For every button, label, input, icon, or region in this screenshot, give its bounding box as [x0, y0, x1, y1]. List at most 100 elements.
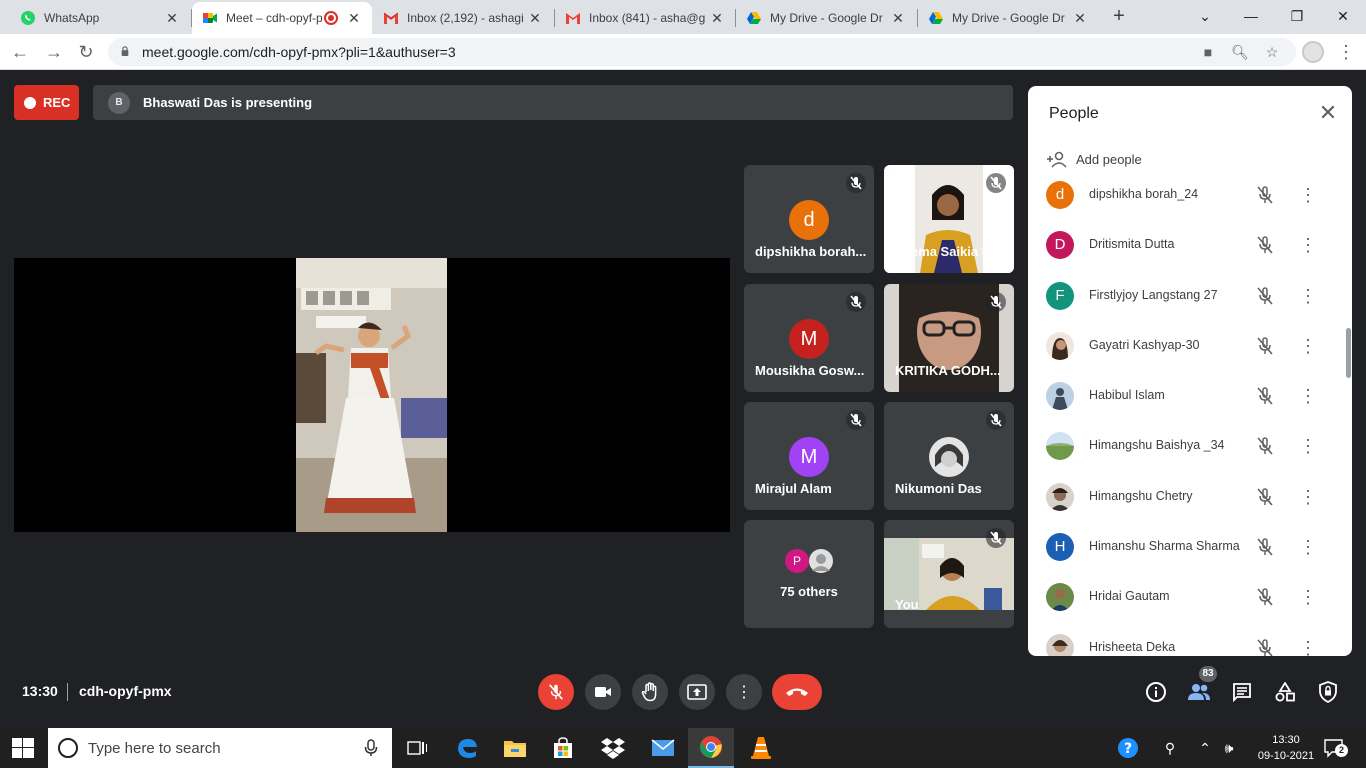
participant-tile[interactable]: KRITIKA GODH... [884, 284, 1014, 392]
meeting-time: 13:30 [22, 683, 58, 699]
more-options-icon[interactable]: ⋮ [1298, 585, 1318, 609]
person-row[interactable]: H Himanshu Sharma Sharma ⋮ [1028, 521, 1340, 571]
volume-icon[interactable]: 🕪︎ [1218, 738, 1240, 758]
participant-tile[interactable]: d dipshikha borah... [744, 165, 874, 273]
more-options-icon[interactable]: ⋮ [1298, 284, 1318, 308]
participant-tile[interactable]: M Mirajul Alam [744, 402, 874, 510]
person-name: Himanshu Sharma Sharma [1089, 539, 1240, 554]
camera-permission-icon[interactable]: ■ [1198, 42, 1218, 62]
maximize-button[interactable]: ❐ [1282, 4, 1312, 28]
task-view-icon[interactable] [394, 728, 440, 768]
more-options-icon[interactable]: ⋮ [1298, 183, 1318, 207]
person-row[interactable]: D Dritismita Dutta ⋮ [1028, 219, 1340, 269]
edge-browser-icon[interactable] [444, 728, 490, 768]
more-options-icon[interactable]: ⋮ [1298, 434, 1318, 458]
zoom-icon[interactable]: 🔍︎ [1230, 42, 1250, 62]
chrome-icon[interactable] [688, 728, 734, 768]
close-tab-icon[interactable]: ✕ [527, 10, 543, 26]
participant-tile[interactable]: M Mousikha Gosw... [744, 284, 874, 392]
more-options-icon[interactable]: ⋮ [1298, 233, 1318, 257]
participant-name: Seema Saikia 84 [895, 244, 997, 259]
profile-avatar[interactable] [1302, 41, 1324, 63]
whatsapp-icon [20, 10, 36, 26]
minimize-button[interactable]: — [1236, 4, 1266, 28]
record-dot-icon [24, 96, 36, 109]
close-tab-icon[interactable]: ✕ [890, 10, 906, 26]
person-row[interactable]: Hrisheeta Deka ⋮ [1028, 622, 1340, 656]
presenting-text: Bhaswati Das is presenting [143, 95, 313, 110]
participant-name: Mousikha Gosw... [755, 363, 865, 378]
reload-button[interactable]: ↻ [74, 40, 98, 64]
person-avatar: H [1046, 533, 1074, 562]
mic-off-icon [1257, 538, 1273, 556]
chevron-up-icon[interactable]: ⌃ [1196, 738, 1214, 758]
people-scrollbar[interactable] [1346, 328, 1351, 378]
person-row[interactable]: Gayatri Kashyap-30 ⋮ [1028, 320, 1340, 370]
windows-start-icon[interactable] [12, 738, 34, 758]
tab-gmail-2[interactable]: Inbox (841) - asha@g ✕ [555, 2, 735, 34]
person-row[interactable]: Hridai Gautam ⋮ [1028, 571, 1340, 621]
help-icon[interactable]: ? [1116, 738, 1140, 758]
taskbar-search-box[interactable]: Type here to search [48, 728, 392, 768]
microphone-icon[interactable] [364, 739, 378, 757]
participant-name: Mirajul Alam [755, 481, 832, 496]
person-avatar: F [1046, 281, 1074, 310]
back-button[interactable]: ← [8, 40, 32, 64]
tab-search-chevron-icon[interactable]: ⌄ [1190, 4, 1220, 28]
person-row[interactable]: Himangshu Baishya _34 ⋮ [1028, 420, 1340, 470]
more-options-icon[interactable]: ⋮ [1298, 485, 1318, 509]
meeting-details-icon[interactable] [1144, 680, 1168, 704]
person-row[interactable]: F Firstlyjoy Langstang 27 ⋮ [1028, 270, 1340, 320]
new-tab-button[interactable]: + [1108, 5, 1130, 27]
more-options-icon[interactable]: ⋮ [1298, 636, 1318, 656]
participant-tile[interactable]: Seema Saikia 84 [884, 165, 1014, 273]
tab-drive-2[interactable]: My Drive - Google Dr ✕ [918, 2, 1098, 34]
more-options-button[interactable]: ⋮ [726, 674, 762, 710]
tab-drive-1[interactable]: My Drive - Google Dr ✕ [736, 2, 916, 34]
present-icon [687, 684, 707, 700]
activities-icon[interactable] [1273, 680, 1297, 704]
forward-button[interactable]: → [42, 40, 66, 64]
vlc-icon[interactable] [738, 728, 784, 768]
browser-menu-icon[interactable]: ⋮ [1336, 40, 1356, 64]
tab-whatsapp[interactable]: WhatsApp ✕ [10, 2, 190, 34]
raise-hand-button[interactable] [632, 674, 668, 710]
google-drive-icon [928, 10, 944, 26]
person-row[interactable]: Himangshu Chetry ⋮ [1028, 471, 1340, 521]
taskbar-clock[interactable]: 13:30 09-10-2021 [1257, 732, 1315, 764]
add-people-button[interactable]: Add people [1046, 150, 1142, 168]
close-window-button[interactable]: ✕ [1328, 4, 1358, 28]
self-tile[interactable]: You [884, 520, 1014, 628]
close-tab-icon[interactable]: ✕ [164, 10, 180, 26]
file-explorer-icon[interactable] [492, 728, 538, 768]
chat-icon[interactable] [1230, 680, 1254, 704]
mail-icon[interactable] [640, 728, 686, 768]
camera-toggle-button[interactable] [585, 674, 621, 710]
others-tile[interactable]: P 75 others [744, 520, 874, 628]
close-tab-icon[interactable]: ✕ [1072, 10, 1088, 26]
dropbox-icon[interactable] [590, 728, 636, 768]
address-bar[interactable]: meet.google.com/cdh-opyf-pmx?pli=1&authu… [108, 38, 1296, 66]
close-tab-icon[interactable]: ✕ [709, 10, 725, 26]
store-icon[interactable] [540, 728, 586, 768]
more-options-icon[interactable]: ⋮ [1298, 334, 1318, 358]
close-panel-button[interactable]: ✕ [1316, 101, 1340, 125]
bookmark-star-icon[interactable]: ☆ [1262, 42, 1282, 62]
people-icon[interactable] [1187, 680, 1211, 704]
leave-call-button[interactable] [772, 674, 822, 710]
person-row[interactable]: Habibul Islam ⋮ [1028, 370, 1340, 420]
person-row[interactable]: d dipshikha borah_24 ⋮ [1028, 169, 1340, 219]
host-controls-icon[interactable] [1316, 680, 1340, 704]
person-photo [1046, 633, 1074, 656]
present-screen-button[interactable] [679, 674, 715, 710]
tab-gmail-1[interactable]: Inbox (2,192) - ashagi ✕ [373, 2, 553, 34]
participant-tile[interactable]: Nikumoni Das [884, 402, 1014, 510]
mic-off-icon [1257, 588, 1273, 606]
people-tray-icon[interactable]: ⚲ [1158, 738, 1182, 758]
mic-toggle-button[interactable] [538, 674, 574, 710]
notifications-icon[interactable]: 2 [1322, 738, 1348, 758]
more-options-icon[interactable]: ⋮ [1298, 384, 1318, 408]
more-options-icon[interactable]: ⋮ [1298, 535, 1318, 559]
close-tab-icon[interactable]: ✕ [346, 10, 362, 26]
tab-meet[interactable]: Meet – cdh-opyf-p ✕ [192, 2, 372, 34]
